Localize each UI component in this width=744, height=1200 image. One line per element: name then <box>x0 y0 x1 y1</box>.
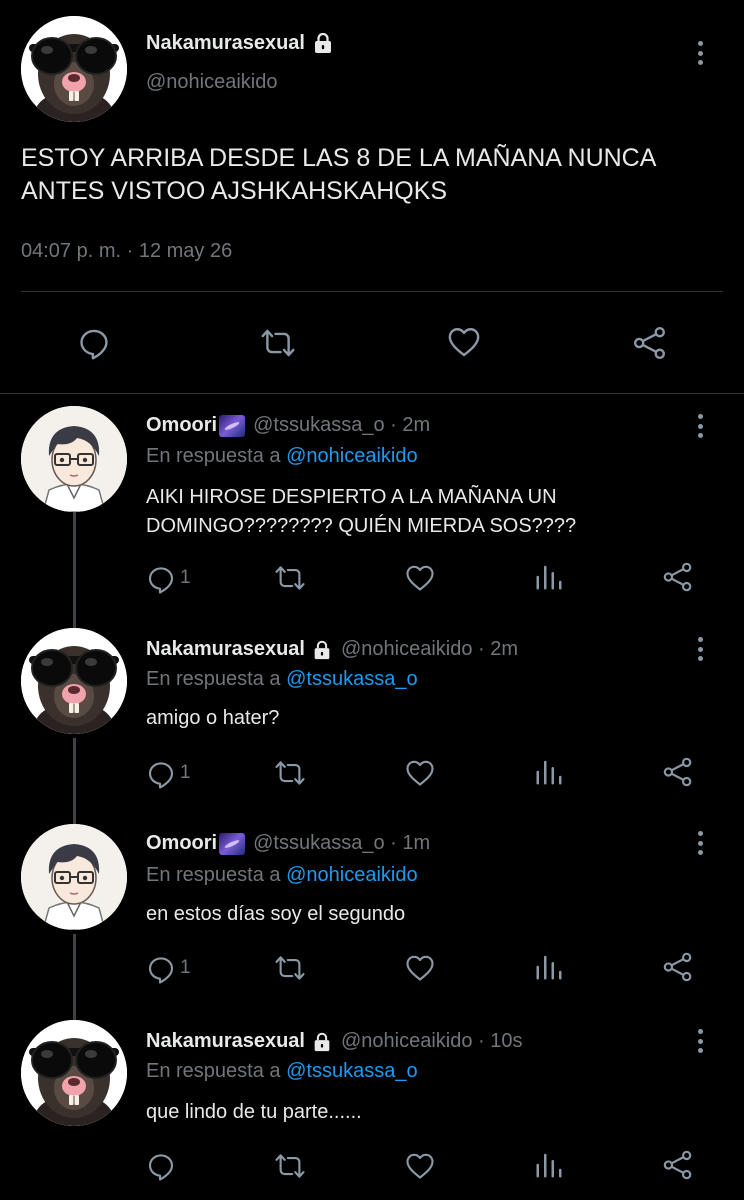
rat-avatar-image <box>21 16 127 122</box>
author-handle[interactable]: @tssukassa_o · 1m <box>253 832 430 855</box>
share-icon[interactable] <box>662 951 694 983</box>
mention-link[interactable]: @tssukassa_o <box>286 1060 417 1082</box>
retweet-icon[interactable] <box>274 563 306 593</box>
reply-icon[interactable] <box>146 1151 176 1181</box>
reply-context: En respuesta a @tssukassa_o <box>146 668 418 691</box>
like-icon[interactable] <box>404 1151 436 1181</box>
avatar[interactable] <box>21 628 127 734</box>
reply-text: en estos días soy el segundo <box>146 903 406 925</box>
reply-count: 1 <box>180 957 191 978</box>
share-icon[interactable] <box>662 756 694 788</box>
views-icon[interactable] <box>534 757 564 787</box>
like-icon[interactable] <box>404 563 436 593</box>
tweet-timestamp[interactable]: 04:07 p. m. · 12 may 26 <box>21 240 232 263</box>
avatar[interactable] <box>21 16 127 122</box>
anime-avatar-image <box>21 406 127 512</box>
reply-prefix: En respuesta a <box>146 445 281 467</box>
lock-icon <box>311 1031 333 1053</box>
author-name[interactable]: Omoori <box>146 414 217 437</box>
like-icon[interactable] <box>446 325 482 359</box>
views-icon[interactable] <box>534 952 564 982</box>
reply-tweet[interactable]: Nakamurasexual @nohiceaikido · 10s En re… <box>0 1020 744 1200</box>
author-handle[interactable]: @nohiceaikido · 10s <box>341 1030 523 1053</box>
reply-text: que lindo de tu parte...... <box>146 1101 362 1123</box>
tweet-text: ESTOY ARRIBA DESDE LAS 8 DE LA MAÑANA NU… <box>21 144 656 205</box>
reply-icon[interactable] <box>146 954 176 984</box>
like-icon[interactable] <box>404 758 436 788</box>
mention-link[interactable]: @nohiceaikido <box>286 864 418 886</box>
reply-context: En respuesta a @nohiceaikido <box>146 864 418 887</box>
lock-icon <box>311 639 333 661</box>
galaxy-emoji-icon <box>219 414 246 437</box>
avatar[interactable] <box>21 406 127 512</box>
reply-text: AIKI HIROSE DESPIERTO A LA MAÑANA UN DOM… <box>146 486 577 537</box>
author-name[interactable]: Omoori <box>146 832 217 855</box>
retweet-icon[interactable] <box>274 758 306 788</box>
retweet-icon[interactable] <box>274 1151 306 1181</box>
reply-context: En respuesta a @nohiceaikido <box>146 445 418 468</box>
rat-avatar-image <box>21 1020 127 1126</box>
reply-icon[interactable] <box>77 326 111 360</box>
anime-avatar-image <box>21 824 127 930</box>
author-name[interactable]: Nakamurasexual <box>146 1030 305 1053</box>
reply-text: amigo o hater? <box>146 707 280 729</box>
more-options-icon[interactable] <box>690 1026 710 1056</box>
author-name[interactable]: Nakamurasexual <box>146 638 305 661</box>
more-options-icon[interactable] <box>690 828 710 858</box>
rat-avatar-image <box>21 628 127 734</box>
share-icon[interactable] <box>662 561 694 593</box>
share-icon[interactable] <box>632 325 668 361</box>
reply-prefix: En respuesta a <box>146 668 281 690</box>
mention-link[interactable]: @tssukassa_o <box>286 668 417 690</box>
more-options-icon[interactable] <box>690 38 710 68</box>
reply-count: 1 <box>180 567 191 588</box>
mention-link[interactable]: @nohiceaikido <box>286 445 418 467</box>
lock-icon <box>311 31 335 55</box>
galaxy-emoji-icon <box>219 832 246 855</box>
views-icon[interactable] <box>534 562 564 592</box>
reply-count: 1 <box>180 762 191 783</box>
author-handle[interactable]: @nohiceaikido · 2m <box>341 638 518 661</box>
retweet-icon[interactable] <box>260 326 296 360</box>
reply-icon[interactable] <box>146 564 176 594</box>
reply-tweet[interactable]: Nakamurasexual @nohiceaikido · 2m En res… <box>0 628 744 824</box>
reply-prefix: En respuesta a <box>146 864 281 886</box>
views-icon[interactable] <box>534 1150 564 1180</box>
reply-tweet[interactable]: Omoori @tssukassa_o · 2m En respuesta a … <box>0 403 744 599</box>
like-icon[interactable] <box>404 953 436 983</box>
reply-prefix: En respuesta a <box>146 1060 281 1082</box>
reply-context: En respuesta a @tssukassa_o <box>146 1060 418 1083</box>
more-options-icon[interactable] <box>690 411 710 441</box>
main-tweet: Nakamurasexual @nohiceaikido ESTOY ARRIB… <box>0 0 744 395</box>
section-divider <box>0 393 744 394</box>
avatar[interactable] <box>21 1020 127 1126</box>
reply-icon[interactable] <box>146 759 176 789</box>
share-icon[interactable] <box>662 1149 694 1181</box>
divider <box>21 291 723 292</box>
author-handle[interactable]: @nohiceaikido <box>146 71 278 94</box>
retweet-icon[interactable] <box>274 953 306 983</box>
more-options-icon[interactable] <box>690 634 710 664</box>
avatar[interactable] <box>21 824 127 930</box>
author-name-label: Nakamurasexual <box>146 31 305 54</box>
author-name[interactable]: Nakamurasexual <box>146 31 335 55</box>
reply-tweet[interactable]: Omoori @tssukassa_o · 1m En respuesta a … <box>0 824 744 1020</box>
author-handle[interactable]: @tssukassa_o · 2m <box>253 414 430 437</box>
